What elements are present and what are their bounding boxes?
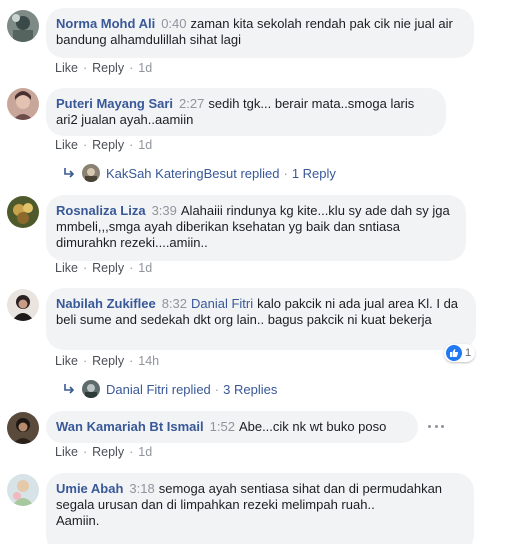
avatar[interactable] [7,474,39,506]
reaction-count[interactable]: 1 [444,344,476,362]
video-timestamp[interactable]: 3:39 [152,203,177,218]
comment-bubble: Umie Abah 3:18 semoga ayah sentiasa sihat … [46,473,474,544]
avatar[interactable] [7,10,39,42]
reply-author: Danial Fitri [106,381,169,397]
comment-actions: Like · Reply · 1d [55,138,153,152]
comment-age[interactable]: 1d [138,61,152,75]
reply-link[interactable]: Reply [92,61,124,75]
like-link[interactable]: Like [55,354,78,368]
comment-bubble: Nabilah Zukiflee 8:32 Danial Fitri kalo pak… [46,288,476,350]
reaction-number: 1 [465,347,472,359]
comment-text: Abe...cik nk wt buko poso [238,419,387,434]
avatar [82,380,100,398]
comment-bubble: Norma Mohd Ali 0:40 zaman kita sekolah ren… [46,8,474,58]
mention-link[interactable]: Danial Fitri [191,296,253,311]
comment-author[interactable]: Wan Kamariah Bt Ismail [56,419,204,434]
like-link[interactable]: Like [55,445,78,459]
view-replies-link[interactable]: Danial Fitri replied · 3 Replies [62,378,277,400]
reply-arrow-icon [64,384,75,394]
reply-link[interactable]: Reply [92,445,124,459]
comment-actions: Like · Reply · 14h [55,354,160,368]
avatar [82,164,100,182]
comment-author[interactable]: Rosnaliza Liza [56,203,146,218]
reply-author: KakSah KateringBesut [106,165,237,181]
reply-link[interactable]: Reply [92,261,124,275]
like-link[interactable]: Like [55,138,78,152]
comment-actions: Like · Reply · 1d [55,445,153,459]
like-reaction-icon [446,345,462,361]
comment-age[interactable]: 1d [138,261,152,275]
video-timestamp[interactable]: 2:27 [179,96,204,111]
comment-age[interactable]: 1d [138,445,152,459]
reply-arrow-icon [64,168,75,178]
avatar[interactable] [7,412,39,444]
reply-count: 3 Replies [223,381,278,397]
avatar[interactable] [7,196,39,228]
reply-link[interactable]: Reply [92,354,124,368]
reply-verb: replied [240,165,280,181]
comment-age[interactable]: 14h [138,354,159,368]
comment-actions: Like · Reply · 1d [55,261,153,275]
avatar[interactable] [7,289,39,321]
comment-text-line: Aamiin. [56,513,100,528]
comment-author[interactable]: Norma Mohd Ali [56,16,155,31]
comment-bubble: Wan Kamariah Bt Ismail 1:52 Abe...cik nk w… [46,411,418,443]
video-timestamp[interactable]: 3:18 [129,481,154,496]
video-timestamp[interactable]: 0:40 [161,16,186,31]
like-link[interactable]: Like [55,61,78,75]
more-options-icon[interactable] [428,421,444,431]
comment-actions: Like · Reply · 1d [55,61,153,75]
reply-link[interactable]: Reply [92,138,124,152]
comment-bubble: Puteri Mayang Sari 2:27 sedih tgk... berai… [46,88,446,136]
view-replies-link[interactable]: KakSah KateringBesut replied · 1 Reply [62,162,336,184]
comment-author[interactable]: Nabilah Zukiflee [56,296,156,311]
comment-author[interactable]: Puteri Mayang Sari [56,96,173,111]
reply-count: 1 Reply [291,165,336,181]
comment-author[interactable]: Umie Abah [56,481,123,496]
comment-age[interactable]: 1d [138,138,152,152]
like-link[interactable]: Like [55,261,78,275]
avatar[interactable] [7,88,39,120]
reply-verb: replied [171,381,211,397]
video-timestamp[interactable]: 1:52 [210,419,235,434]
comment-bubble: Rosnaliza Liza 3:39 Alahaiii rindunya kg k… [46,195,466,261]
video-timestamp[interactable]: 8:32 [162,296,187,311]
